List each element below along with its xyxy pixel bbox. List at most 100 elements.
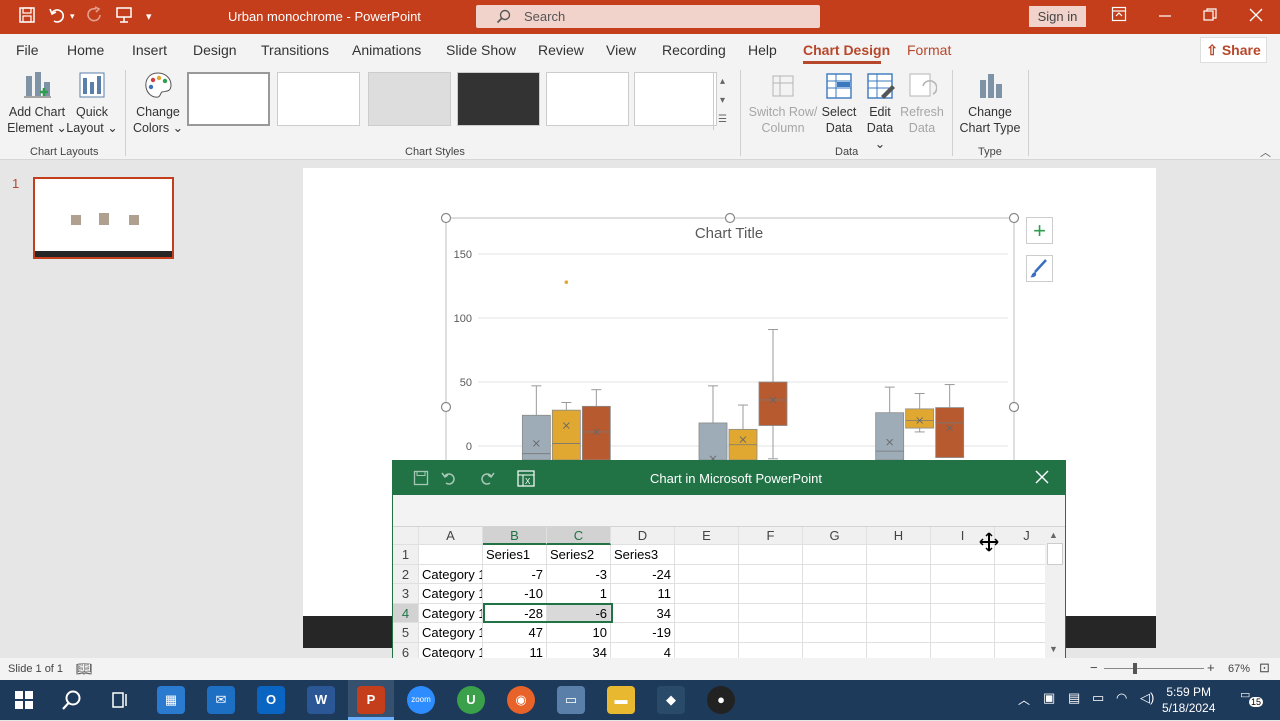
tab-animations[interactable]: Animations [352,42,421,58]
tab-review[interactable]: Review [538,42,584,58]
cell-i3[interactable] [931,584,995,604]
volume-icon[interactable]: ◁) [1140,690,1154,706]
cell-e6[interactable] [675,642,739,659]
cell-d2[interactable]: -24 [611,564,675,584]
change-chart-type-button[interactable]: Change Chart Type [958,70,1022,136]
cell-b1[interactable]: Series1 [483,545,547,565]
share-button[interactable]: ⇧ Share [1200,37,1267,63]
cell-e1[interactable] [675,545,739,565]
column-header-f[interactable]: F [739,527,803,545]
ribbon-display-icon[interactable] [1111,6,1127,27]
cell-b2[interactable]: -7 [483,564,547,584]
edit-in-excel-icon[interactable]: X [517,470,535,490]
search-box[interactable]: Search [476,5,820,28]
chart-style-4[interactable] [457,72,540,126]
notification-center[interactable]: ▭ 15 [1240,688,1264,710]
tab-insert[interactable]: Insert [132,42,167,58]
cell-h2[interactable] [867,564,931,584]
cell-j5[interactable] [995,623,1045,643]
tab-recording[interactable]: Recording [662,42,726,58]
outlook-icon[interactable]: O [257,686,285,714]
vertical-scroll-thumb[interactable] [1047,543,1063,565]
powerpoint-icon[interactable]: P [357,686,385,714]
refresh-data-button[interactable]: Refresh Data [900,70,944,136]
cell-i6[interactable] [931,642,995,659]
cell-g4[interactable] [803,603,867,623]
cell-j1[interactable] [995,545,1045,565]
store-icon[interactable]: ▦ [157,686,185,714]
column-header-c[interactable]: C [547,527,611,545]
pc-icon[interactable]: ▭ [557,686,585,714]
cell-a6[interactable]: Category 1 [419,642,483,659]
taskbar-search-icon[interactable] [58,686,86,714]
upwork-icon[interactable]: U [457,686,485,714]
chart-style-6[interactable] [634,72,717,126]
windows-start-icon[interactable] [10,686,38,714]
zoom-in-icon[interactable]: + [1207,660,1215,675]
cell-f2[interactable] [739,564,803,584]
vscode-like-icon[interactable]: ◆ [657,686,685,714]
chart-styles-scroller[interactable]: ▴ ▾ ☰ [713,72,731,130]
close-icon[interactable] [1249,8,1263,27]
cell-j2[interactable] [995,565,1045,584]
undo-dropdown-icon[interactable]: ▾ [70,11,75,22]
undo-icon[interactable] [48,6,66,29]
cell-d3[interactable]: 11 [611,584,675,604]
column-header-j[interactable]: J [995,527,1045,545]
redo-icon[interactable] [479,470,495,489]
save-icon[interactable] [18,6,36,29]
row-header-3[interactable]: 3 [393,584,419,604]
cell-c4[interactable]: -6 [547,603,611,623]
column-header-h[interactable]: H [867,527,931,545]
tab-format[interactable]: Format [907,42,951,58]
battery-icon[interactable]: ▭ [1092,690,1104,706]
column-header-b[interactable]: B [483,527,547,545]
zoom-level[interactable]: 67% [1228,663,1250,675]
show-hidden-icons[interactable]: ︿ [1018,691,1030,708]
cell-h5[interactable] [867,623,931,643]
row-header-6[interactable]: 6 [393,642,419,659]
select-data-button[interactable]: Select Data [820,70,858,136]
cell-h4[interactable] [867,603,931,623]
tab-chart-design[interactable]: Chart Design [803,42,890,58]
cell-d5[interactable]: -19 [611,623,675,643]
cell-h6[interactable] [867,642,931,659]
cell-g6[interactable] [803,642,867,659]
slide-thumbnail[interactable] [33,177,174,259]
tab-view[interactable]: View [606,42,636,58]
cell-d1[interactable]: Series3 [611,545,675,565]
cell-f6[interactable] [739,642,803,659]
add-chart-element-button[interactable]: Add Chart Element ⌄ [6,70,68,136]
sign-in-button[interactable]: Sign in [1029,6,1086,27]
chart-style-3[interactable] [368,72,451,126]
cell-f4[interactable] [739,603,803,623]
cell-j6[interactable] [995,643,1045,660]
undo-icon[interactable] [441,470,457,489]
cell-j3[interactable] [995,584,1045,604]
cell-a2[interactable]: Category 1 [419,564,483,584]
cell-f3[interactable] [739,584,803,604]
cell-e2[interactable] [675,564,739,584]
restore-icon[interactable] [1203,8,1217,27]
firefox-icon[interactable]: ◉ [507,686,535,714]
cell-b3[interactable]: -10 [483,584,547,604]
cell-g2[interactable] [803,564,867,584]
meet-now-icon[interactable]: ▣ [1043,690,1055,706]
zoom-out-icon[interactable]: − [1090,660,1098,675]
cell-h1[interactable] [867,545,931,565]
chart-style-2[interactable] [277,72,360,126]
clock[interactable]: 5:59 PM 5/18/2024 [1162,684,1215,716]
chart-style-1[interactable] [187,72,270,126]
save-icon[interactable] [413,470,429,489]
cell-g1[interactable] [803,545,867,565]
tab-slide-show[interactable]: Slide Show [446,42,516,58]
cell-e4[interactable] [675,603,739,623]
cell-d6[interactable]: 4 [611,642,675,659]
chart-elements-button[interactable]: + [1026,217,1053,244]
scroll-up-icon[interactable]: ▲ [1049,530,1058,540]
zoom-app-icon[interactable]: zoom [407,686,435,714]
cell-d4[interactable]: 34 [611,603,675,623]
cell-c5[interactable]: 10 [547,623,611,643]
cell-i5[interactable] [931,623,995,643]
chart-style-5[interactable] [546,72,629,126]
